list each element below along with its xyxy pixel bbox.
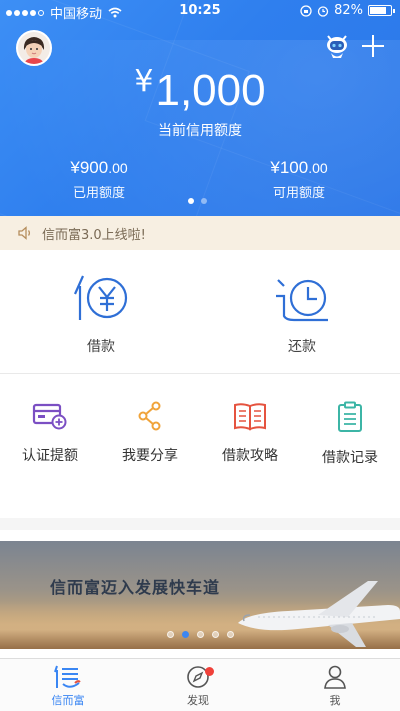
credit-amount: 1,000: [155, 66, 266, 115]
pager-dot[interactable]: [167, 631, 174, 638]
alarm-icon: [317, 5, 329, 17]
notice-text: 信而富3.0上线啦!: [42, 227, 146, 243]
rotation-lock-icon: [300, 4, 312, 17]
repay-clock-icon: [276, 279, 328, 322]
airplane-image: [238, 581, 400, 647]
available-integer: 100: [279, 158, 309, 177]
used-integer: 900: [79, 158, 109, 177]
tab-home[interactable]: 信而富: [18, 664, 118, 708]
main-actions: 借款 还款: [0, 250, 400, 374]
battery-percent: 82%: [334, 3, 363, 18]
credit-header: 中国移动 10:25 82% ¥1,000 当前信用额度 ¥900.00 已用额…: [0, 0, 400, 216]
notice-bar[interactable]: 信而富3.0上线啦!: [0, 216, 400, 250]
battery-icon: [368, 5, 395, 16]
book-icon: [234, 403, 266, 431]
pager-dot[interactable]: [188, 198, 194, 204]
battery-fill: [370, 7, 386, 14]
used-credit-label: 已用额度: [72, 186, 125, 201]
tab-discover-label: 发现: [187, 694, 209, 707]
tab-me[interactable]: 我: [285, 664, 385, 708]
pager-dot[interactable]: [197, 631, 204, 638]
share-icon: [138, 401, 161, 431]
repay-label: 还款: [288, 339, 316, 355]
available-credit: ¥100.00 可用额度: [239, 158, 359, 201]
available-decimal: .00: [308, 160, 328, 176]
pager-dot[interactable]: [227, 631, 234, 638]
currency-symbol: ¥: [270, 158, 280, 177]
currency-symbol: ¥: [134, 64, 154, 99]
currency-symbol: ¥: [70, 158, 80, 177]
share-label: 我要分享: [122, 448, 178, 464]
clipboard-icon: [338, 401, 362, 432]
notification-badge: [205, 667, 214, 676]
avatar[interactable]: [16, 30, 52, 66]
card-add-icon: [32, 403, 67, 430]
plus-icon[interactable]: [360, 33, 386, 59]
credit-limit: ¥1,000: [0, 64, 400, 116]
tab-me-label: 我: [329, 694, 341, 707]
robot-assistant-icon[interactable]: [324, 32, 350, 60]
quota-upgrade-button[interactable]: 认证提额: [5, 401, 95, 465]
promo-banner[interactable]: 信而富迈入发展快车道: [0, 541, 400, 649]
available-credit-value: ¥100.00: [239, 158, 359, 178]
borrow-records-button[interactable]: 借款记录: [305, 401, 395, 467]
banner-pager[interactable]: [167, 631, 234, 638]
status-bar: 中国移动 10:25 82%: [0, 0, 400, 22]
tab-bar: 信而富 发现 我: [0, 658, 400, 711]
tab-discover[interactable]: 发现: [148, 664, 248, 708]
borrow-records-label: 借款记录: [322, 450, 378, 466]
credit-limit-label: 当前信用额度: [158, 123, 242, 139]
header-pager[interactable]: [188, 198, 207, 204]
quota-upgrade-label: 认证提额: [22, 448, 78, 464]
status-right: 82%: [300, 3, 395, 18]
borrow-yen-icon: [73, 275, 128, 320]
borrow-button[interactable]: 借款: [41, 272, 161, 356]
person-icon: [324, 665, 346, 689]
used-credit-value: ¥900.00: [39, 158, 159, 178]
used-credit: ¥900.00 已用额度: [39, 158, 159, 201]
used-decimal: .00: [108, 160, 128, 176]
quick-actions: 认证提额 我要分享 借款攻略 借款记录: [0, 375, 400, 530]
home-logo-icon: [54, 665, 81, 688]
repay-button[interactable]: 还款: [242, 272, 362, 356]
borrow-guide-label: 借款攻略: [222, 448, 278, 464]
borrow-guide-button[interactable]: 借款攻略: [205, 401, 295, 465]
banner-title: 信而富迈入发展快车道: [50, 578, 221, 597]
share-button[interactable]: 我要分享: [105, 401, 195, 465]
borrow-label: 借款: [87, 339, 115, 355]
tab-home-label: 信而富: [51, 694, 85, 707]
available-credit-label: 可用额度: [272, 186, 325, 201]
pager-dot[interactable]: [201, 198, 207, 204]
speaker-icon: [18, 226, 31, 240]
app-screen: 中国移动 10:25 82% ¥1,000 当前信用额度 ¥900.00 已用额…: [0, 0, 400, 711]
avatar-icon: [18, 32, 50, 64]
pager-dot[interactable]: [182, 631, 189, 638]
pager-dot[interactable]: [212, 631, 219, 638]
